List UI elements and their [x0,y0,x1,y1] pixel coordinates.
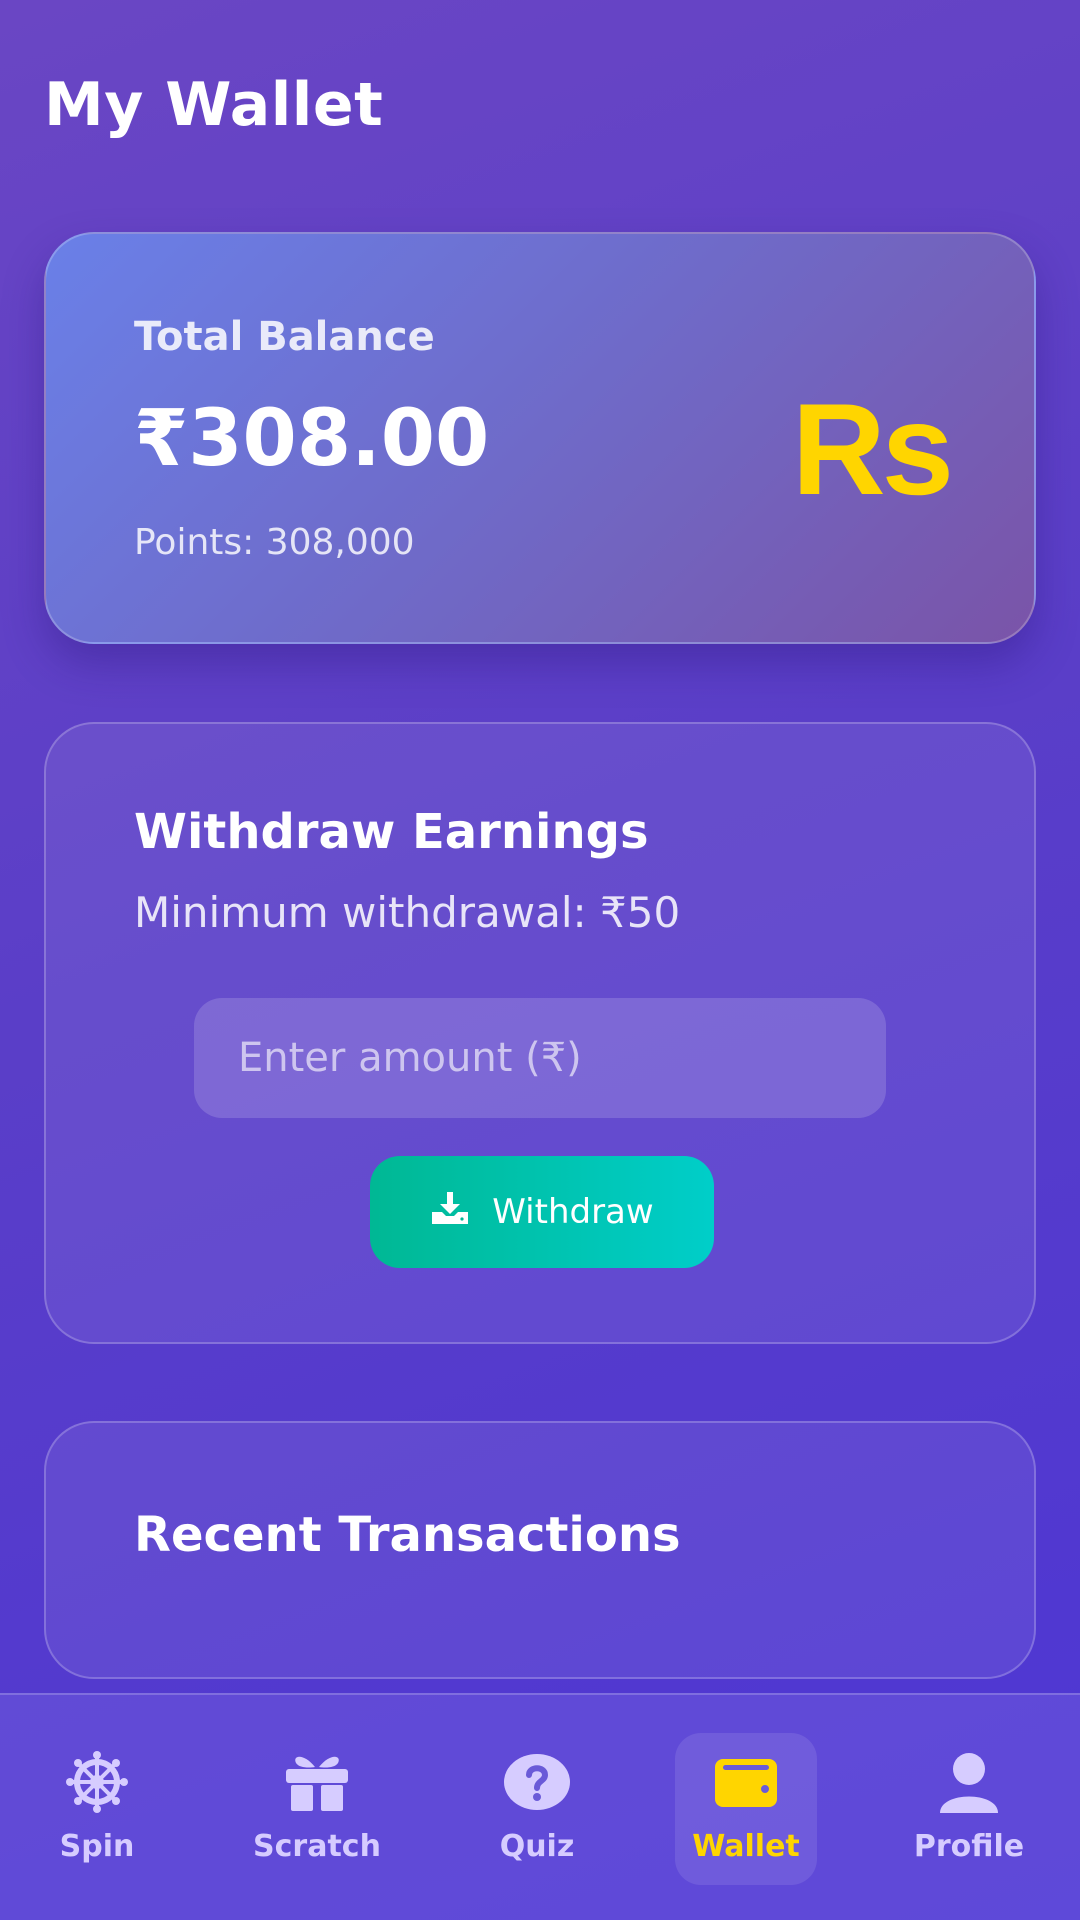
download-icon [430,1190,470,1235]
nav-item-spin[interactable]: Spin [26,1733,168,1885]
rupee-icon: Rs [791,376,954,522]
withdraw-button-label: Withdraw [492,1192,654,1232]
balance-points: Points: 308,000 [134,522,415,563]
nav-label-scratch: Scratch [253,1829,381,1864]
withdraw-card: Withdraw Earnings Minimum withdrawal: ₹5… [44,722,1036,1344]
nav-label-wallet: Wallet [692,1829,800,1864]
nav-item-wallet[interactable]: Wallet [675,1733,817,1885]
wallet-icon [711,1733,781,1817]
nav-label-quiz: Quiz [499,1829,575,1864]
bottom-nav: Spin Scratch Quiz Wallet Profile [0,1693,1080,1920]
nav-item-quiz[interactable]: Quiz [466,1733,608,1885]
nav-item-profile[interactable]: Profile [898,1733,1040,1885]
amount-input[interactable] [194,998,886,1118]
balance-card: Total Balance ₹308.00 Points: 308,000 Rs [44,232,1036,644]
page-title: My Wallet [44,70,384,140]
nav-item-scratch[interactable]: Scratch [246,1733,388,1885]
minimum-withdrawal-text: Minimum withdrawal: ₹50 [134,888,681,937]
gift-icon [282,1733,352,1817]
user-icon [934,1733,1004,1817]
nav-label-spin: Spin [59,1829,135,1864]
nav-label-profile: Profile [913,1829,1025,1864]
balance-label: Total Balance [134,314,435,360]
wheel-icon [62,1733,132,1817]
withdraw-title: Withdraw Earnings [134,804,649,860]
transactions-card: Recent Transactions [44,1421,1036,1679]
transactions-title: Recent Transactions [134,1507,681,1563]
withdraw-button[interactable]: Withdraw [370,1156,714,1268]
balance-amount: ₹308.00 [134,394,490,484]
question-icon [502,1733,572,1817]
